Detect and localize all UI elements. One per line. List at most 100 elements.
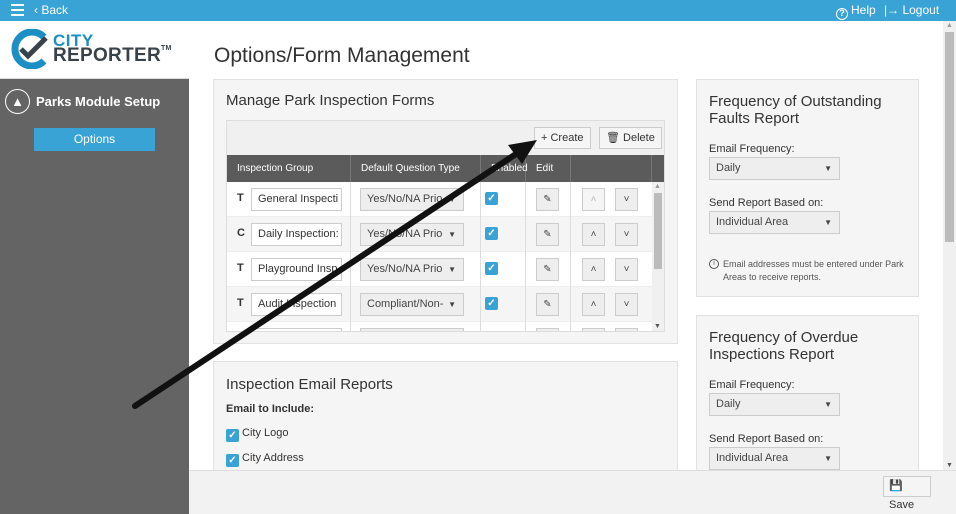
send-report-based-value: Individual Area [716, 216, 789, 228]
form-type-icon: C [237, 227, 245, 239]
grid-body: T General Inspecti Yes/No/NA Prio ▼ ✓ ✎ ˄ ˅… [227, 182, 652, 331]
send-report-based-value: Individual Area [716, 452, 789, 464]
edit-pencil-icon[interactable]: ✎ [536, 223, 559, 246]
edit-pencil-icon[interactable]: ✎ [536, 258, 559, 281]
info-icon: i [709, 259, 719, 269]
grid-scrollbar[interactable]: ▲ ▼ [652, 182, 664, 331]
save-label: Save [889, 499, 915, 511]
sidebar-item-options[interactable]: Options [34, 128, 155, 151]
scroll-down-icon[interactable]: ▼ [654, 323, 661, 330]
hamburger-menu-icon[interactable] [11, 4, 24, 16]
grid-scroll-thumb[interactable] [654, 193, 662, 269]
save-button[interactable]: 💾 Save [883, 476, 931, 511]
move-up-button[interactable]: ˄ [582, 258, 605, 281]
form-type-icon: T [237, 192, 244, 204]
overdue-inspections-panel: Frequency of Overdue Inspections Report … [696, 315, 919, 470]
dropdown-arrow-icon: ▼ [448, 265, 456, 274]
city-logo-checkbox[interactable]: ✓ [226, 429, 239, 442]
enabled-checkbox[interactable]: ✓ [485, 262, 498, 275]
page-scroll-thumb[interactable] [945, 32, 954, 242]
city-address-option[interactable]: ✓ City Address [226, 452, 304, 467]
email-include-label: Email to Include: [226, 403, 315, 415]
back-link[interactable]: ‹ Back [34, 3, 68, 17]
form-name-input[interactable]: General Inspecti [251, 188, 342, 211]
question-type-value: Yes/No/NA Prio [367, 263, 443, 275]
col-edit[interactable]: Edit [526, 155, 571, 182]
move-down-button[interactable]: ˅ [615, 293, 638, 316]
col-default-question-type[interactable]: Default Question Type [351, 155, 481, 182]
footer-bar: 💾 Save [189, 470, 956, 514]
trash-icon: 🗑 [606, 132, 624, 144]
enabled-checkbox[interactable]: ✓ [485, 297, 498, 310]
edit-pencil-icon[interactable]: ✎ [536, 293, 559, 316]
question-type-value: Yes/No/NA Prio [367, 228, 443, 240]
move-up-button[interactable]: ˄ [582, 188, 605, 211]
question-type-select[interactable]: Yes/No/NA Prio ▼ [360, 223, 464, 246]
email-frequency-value: Daily [716, 398, 741, 410]
question-type-select[interactable]: Yes/No/NA Prio ▼ [360, 188, 464, 211]
enabled-checkbox[interactable]: ✓ [485, 192, 498, 205]
forms-grid: + Create 🗑 Delete Inspection Group Defau… [226, 120, 665, 332]
panel-title: Frequency of Outstanding Faults Report [709, 93, 882, 127]
send-report-based-select[interactable]: Individual Area ▼ [709, 447, 840, 470]
send-report-based-label: Send Report Based on: [709, 433, 824, 445]
move-up-button[interactable]: ˄ [582, 223, 605, 246]
module-title: Parks Module Setup [36, 94, 161, 109]
question-icon: ? [836, 8, 848, 20]
table-row: T General Inspecti Yes/No/NA Prio ▼ ✓ ✎ ˄ ˅ [227, 182, 652, 217]
floppy-disk-icon: 💾 [889, 480, 903, 492]
create-button[interactable]: + Create [534, 127, 591, 149]
help-link[interactable]: ? Help [836, 3, 876, 20]
form-name-input[interactable]: Playground Insp [251, 258, 342, 281]
email-frequency-select[interactable]: Daily ▼ [709, 393, 840, 416]
question-type-select[interactable]: Compliant/Non- ▼ [360, 293, 464, 316]
email-frequency-label: Email Frequency: [709, 379, 795, 391]
form-name-input[interactable] [251, 328, 342, 331]
edit-pencil-icon[interactable]: ✎ [536, 188, 559, 211]
move-down-button[interactable] [615, 328, 638, 331]
help-label: Help [851, 3, 876, 17]
city-reporter-logo: CITY REPORTERTM [0, 21, 189, 79]
email-frequency-select[interactable]: Daily ▼ [709, 157, 840, 180]
city-address-checkbox[interactable]: ✓ [226, 454, 239, 467]
move-up-button[interactable] [582, 328, 605, 331]
dropdown-arrow-icon: ▼ [824, 454, 832, 463]
table-row [227, 322, 652, 331]
scroll-up-icon[interactable]: ▲ [654, 183, 661, 190]
form-name-input[interactable]: Daily Inspection: [251, 223, 342, 246]
page-scrollbar[interactable]: ▲ ▼ [943, 21, 956, 470]
logo-tm: TM [160, 45, 172, 52]
move-down-button[interactable]: ˅ [615, 223, 638, 246]
table-row: C Daily Inspection: Yes/No/NA Prio ▼ ✓ ✎ ˄… [227, 217, 652, 252]
scroll-down-icon[interactable]: ▼ [946, 462, 953, 469]
logout-icon: |→ [884, 3, 903, 17]
form-type-icon: T [237, 262, 244, 274]
form-name-input[interactable]: Audit Inspection [251, 293, 342, 316]
manage-forms-panel: Manage Park Inspection Forms + Create 🗑 … [213, 79, 678, 344]
table-row: T Audit Inspection Compliant/Non- ▼ ✓ ✎ ˄ ˅ [227, 287, 652, 322]
logo-reporter-word: REPORTER [53, 45, 161, 66]
col-inspection-group[interactable]: Inspection Group [227, 155, 351, 182]
tree-icon: ▲ [5, 89, 30, 114]
email-frequency-label: Email Frequency: [709, 143, 795, 155]
question-type-select[interactable]: Yes/No/NA Prio ▼ [360, 258, 464, 281]
send-report-based-label: Send Report Based on: [709, 197, 824, 209]
delete-label: Delete [623, 132, 655, 144]
move-down-button[interactable]: ˅ [615, 188, 638, 211]
move-down-button[interactable]: ˅ [615, 258, 638, 281]
panel-title: Manage Park Inspection Forms [226, 92, 435, 109]
question-type-select[interactable] [360, 328, 464, 331]
enabled-checkbox[interactable]: ✓ [485, 227, 498, 240]
col-enabled[interactable]: Enabled [481, 155, 528, 182]
dropdown-arrow-icon: ▼ [824, 164, 832, 173]
info-note-text: Email addresses must be entered under Pa… [723, 259, 904, 282]
page-title: Options/Form Management [214, 44, 470, 67]
scroll-up-icon[interactable]: ▲ [946, 22, 953, 29]
send-report-based-select[interactable]: Individual Area ▼ [709, 211, 840, 234]
move-up-button[interactable]: ˄ [582, 293, 605, 316]
dropdown-arrow-icon: ▼ [448, 195, 456, 204]
edit-pencil-icon[interactable] [536, 328, 559, 331]
delete-button[interactable]: 🗑 Delete [599, 127, 662, 149]
logout-link[interactable]: |→ Logout [884, 3, 939, 17]
city-logo-option[interactable]: ✓ City Logo [226, 427, 288, 442]
